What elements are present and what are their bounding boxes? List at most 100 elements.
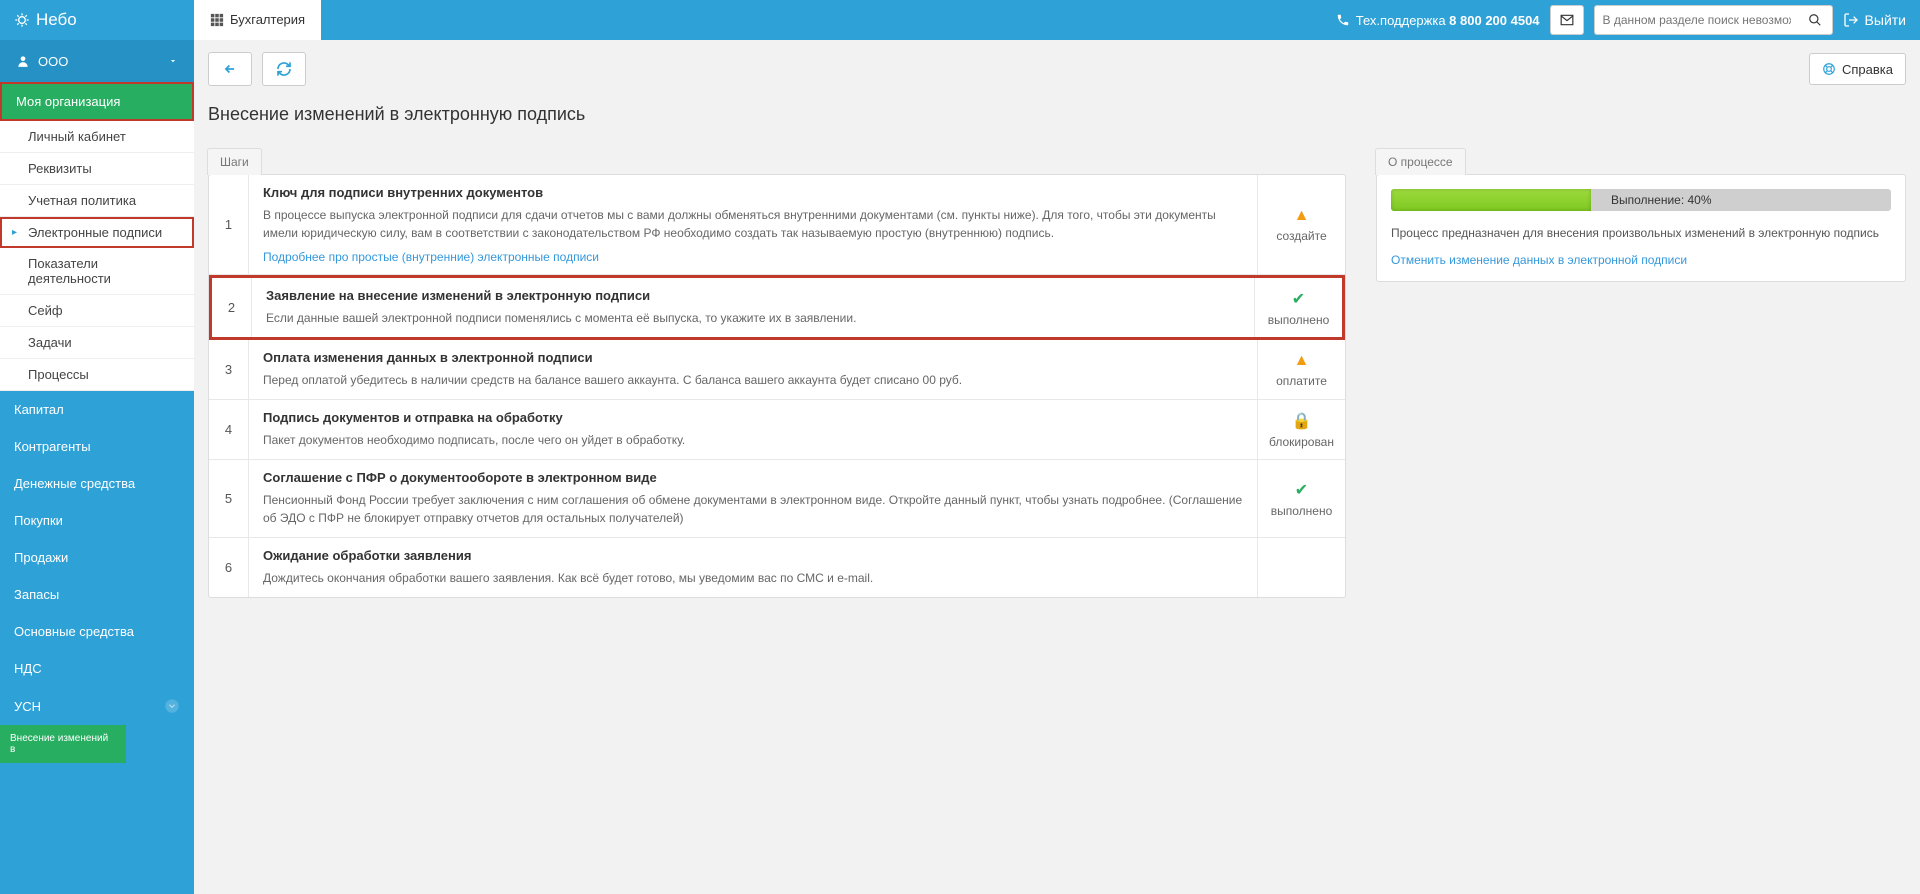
support-phone: 8 800 200 4504 [1449,13,1539,28]
sidebar-submenu: Личный кабинетРеквизитыУчетная политикаЭ… [0,121,194,391]
mail-icon [1560,13,1574,27]
sidebar-item-3[interactable]: Электронные подписи [0,217,194,248]
org-selector[interactable]: ООО [0,40,194,82]
page-title: Внесение изменений в электронную подпись [208,104,1906,125]
step-row-3[interactable]: 3 Оплата изменения данных в электронной п… [209,340,1345,400]
logout-button[interactable]: Выйти [1843,12,1906,28]
sidebar-header-label: Моя организация [16,94,120,109]
step-title: Заявление на внесение изменений в электр… [266,288,1240,303]
steps-tab[interactable]: Шаги [207,148,262,175]
step-text: В процессе выпуска электронной подписи д… [263,206,1243,242]
sidebar-item-4[interactable]: Показатели деятельности [0,248,194,295]
step-status-icon: ✔ [1295,480,1308,500]
brand-text: Небо [36,10,77,30]
step-status-label: оплатите [1276,374,1327,388]
step-text: Пакет документов необходимо подписать, п… [263,431,1243,449]
refresh-button[interactable] [262,52,306,86]
step-link[interactable]: Подробнее про простые (внутренние) элект… [263,250,1243,264]
tab-accounting[interactable]: Бухгалтерия [194,0,321,40]
support-label: Тех.поддержка [1356,13,1446,28]
chevron-down-circle-icon [164,698,180,714]
sidebar-item-0[interactable]: Личный кабинет [0,121,194,153]
step-num: 4 [209,400,249,459]
nav-link-1[interactable]: Контрагенты [0,428,194,465]
steps-panel: 1 Ключ для подписи внутренних документов В… [208,174,1346,598]
nav-link-8[interactable]: УСН [0,687,194,725]
step-status-icon: ▲ [1294,207,1310,225]
step-row-2[interactable]: 2 Заявление на внесение изменений в элект… [209,275,1345,340]
step-num: 2 [212,278,252,337]
user-icon [16,54,30,68]
step-status-label: блокирован [1269,435,1334,449]
nav-link-4[interactable]: Продажи [0,539,194,576]
step-title: Подпись документов и отправка на обработ… [263,410,1243,425]
process-text: Процесс предназначен для внесения произв… [1391,225,1891,242]
step-text: Пенсионный Фонд России требует заключени… [263,491,1243,527]
step-num: 3 [209,340,249,399]
process-cancel-link[interactable]: Отменить изменение данных в электронной … [1391,253,1687,267]
sidebar-item-6[interactable]: Задачи [0,327,194,359]
topbar: Небо Бухгалтерия Тех.поддержка 8 800 200… [0,0,1920,40]
step-row-6[interactable]: 6 Ожидание обработки заявления Дождитесь о… [209,538,1345,597]
step-title: Ключ для подписи внутренних документов [263,185,1243,200]
step-num: 6 [209,538,249,597]
caret-down-icon [168,56,178,66]
step-row-4[interactable]: 4 Подпись документов и отправка на обрабо… [209,400,1345,460]
progress-label: Выполнение: 40% [1611,193,1712,207]
step-title: Оплата изменения данных в электронной по… [263,350,1243,365]
arrow-left-icon [220,62,240,76]
search-button[interactable] [1799,5,1833,35]
step-status-label: выполнено [1268,313,1330,327]
sidebar-item-1[interactable]: Реквизиты [0,153,194,185]
help-label: Справка [1842,62,1893,77]
support-info[interactable]: Тех.поддержка 8 800 200 4504 [1336,13,1540,28]
nav-link-6[interactable]: Основные средства [0,613,194,650]
sidebar-header-myorg[interactable]: Моя организация [0,82,194,121]
step-title: Соглашение с ПФР о документообороте в эл… [263,470,1243,485]
main: Справка Внесение изменений в электронную… [194,40,1920,894]
org-name: ООО [38,54,68,69]
mail-button[interactable] [1550,5,1584,35]
step-num: 5 [209,460,249,537]
nav-link-5[interactable]: Запасы [0,576,194,613]
tab-accounting-label: Бухгалтерия [230,12,305,27]
search-icon [1808,13,1822,27]
progress-bar: Выполнение: 40% [1391,189,1891,211]
process-tab[interactable]: О процессе [1375,148,1466,175]
step-status-label: создайте [1276,229,1326,243]
nav-link-0[interactable]: Капитал [0,391,194,428]
step-status-icon: ▲ [1294,352,1310,370]
bottom-badge[interactable]: Внесение изменений в [0,725,126,763]
sidebar: ООО Моя организация Личный кабинетРеквиз… [0,40,194,894]
step-text: Дождитесь окончания обработки вашего зая… [263,569,1243,587]
nav-link-7[interactable]: НДС [0,650,194,687]
step-title: Ожидание обработки заявления [263,548,1243,563]
lifebuoy-icon [1822,62,1836,76]
refresh-icon [276,61,292,77]
search [1594,5,1833,35]
logout-icon [1843,12,1859,28]
sidebar-item-2[interactable]: Учетная политика [0,185,194,217]
step-row-5[interactable]: 5 Соглашение с ПФР о документообороте в э… [209,460,1345,538]
step-status-icon: 🔒 [1292,411,1312,431]
step-text: Перед оплатой убедитесь в наличии средст… [263,371,1243,389]
toolbar: Справка [208,52,1906,86]
sidebar-item-5[interactable]: Сейф [0,295,194,327]
step-text: Если данные вашей электронной подписи по… [266,309,1240,327]
grid-icon [210,13,224,27]
back-button[interactable] [208,52,252,86]
process-panel: Выполнение: 40% Процесс предназначен для… [1376,174,1906,282]
step-num: 1 [209,175,249,274]
step-row-1[interactable]: 1 Ключ для подписи внутренних документов В… [209,175,1345,275]
step-status-label: выполнено [1271,504,1333,518]
nav-link-3[interactable]: Покупки [0,502,194,539]
logo-icon [14,12,30,28]
phone-icon [1336,13,1350,27]
nav-link-2[interactable]: Денежные средства [0,465,194,502]
sidebar-item-7[interactable]: Процессы [0,359,194,391]
step-status-icon: ✔ [1292,289,1305,309]
logout-label: Выйти [1865,12,1906,28]
search-input[interactable] [1594,5,1799,35]
help-button[interactable]: Справка [1809,53,1906,85]
brand[interactable]: Небо [0,0,194,40]
